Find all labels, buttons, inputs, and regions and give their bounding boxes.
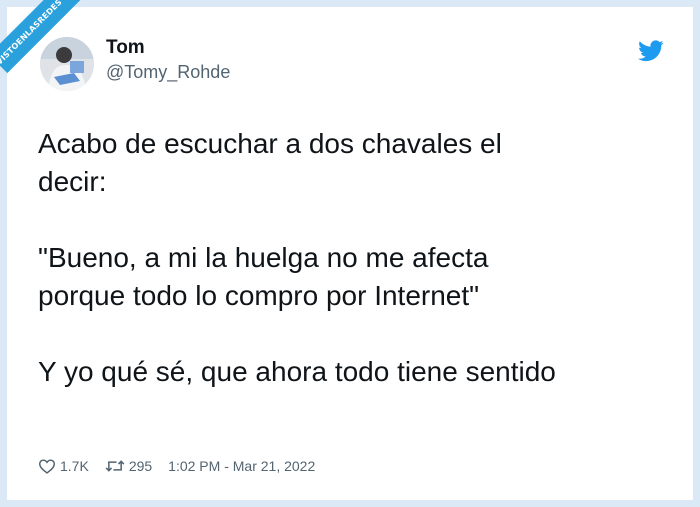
tweet-timestamp[interactable]: 1:02 PM - Mar 21, 2022 <box>168 458 315 474</box>
twitter-bird-icon[interactable] <box>638 40 664 62</box>
retweet-count: 295 <box>128 458 153 474</box>
retweet-icon <box>105 460 125 472</box>
avatar-image <box>40 37 94 91</box>
author-handle[interactable]: @Tomy_Rohde <box>106 62 230 83</box>
retweet-action[interactable]: 295 <box>105 458 152 474</box>
avatar[interactable] <box>40 37 94 91</box>
heart-icon <box>38 459 56 474</box>
like-action[interactable]: 1.7K <box>38 458 89 474</box>
like-count: 1.7K <box>60 458 89 474</box>
author-display-name[interactable]: Tom <box>106 37 145 59</box>
tweet-text: Acabo de escuchar a dos chavales el deci… <box>38 128 556 387</box>
tweet-metadata: 1.7K 295 1:02 PM - Mar 21, 2022 <box>38 458 315 474</box>
